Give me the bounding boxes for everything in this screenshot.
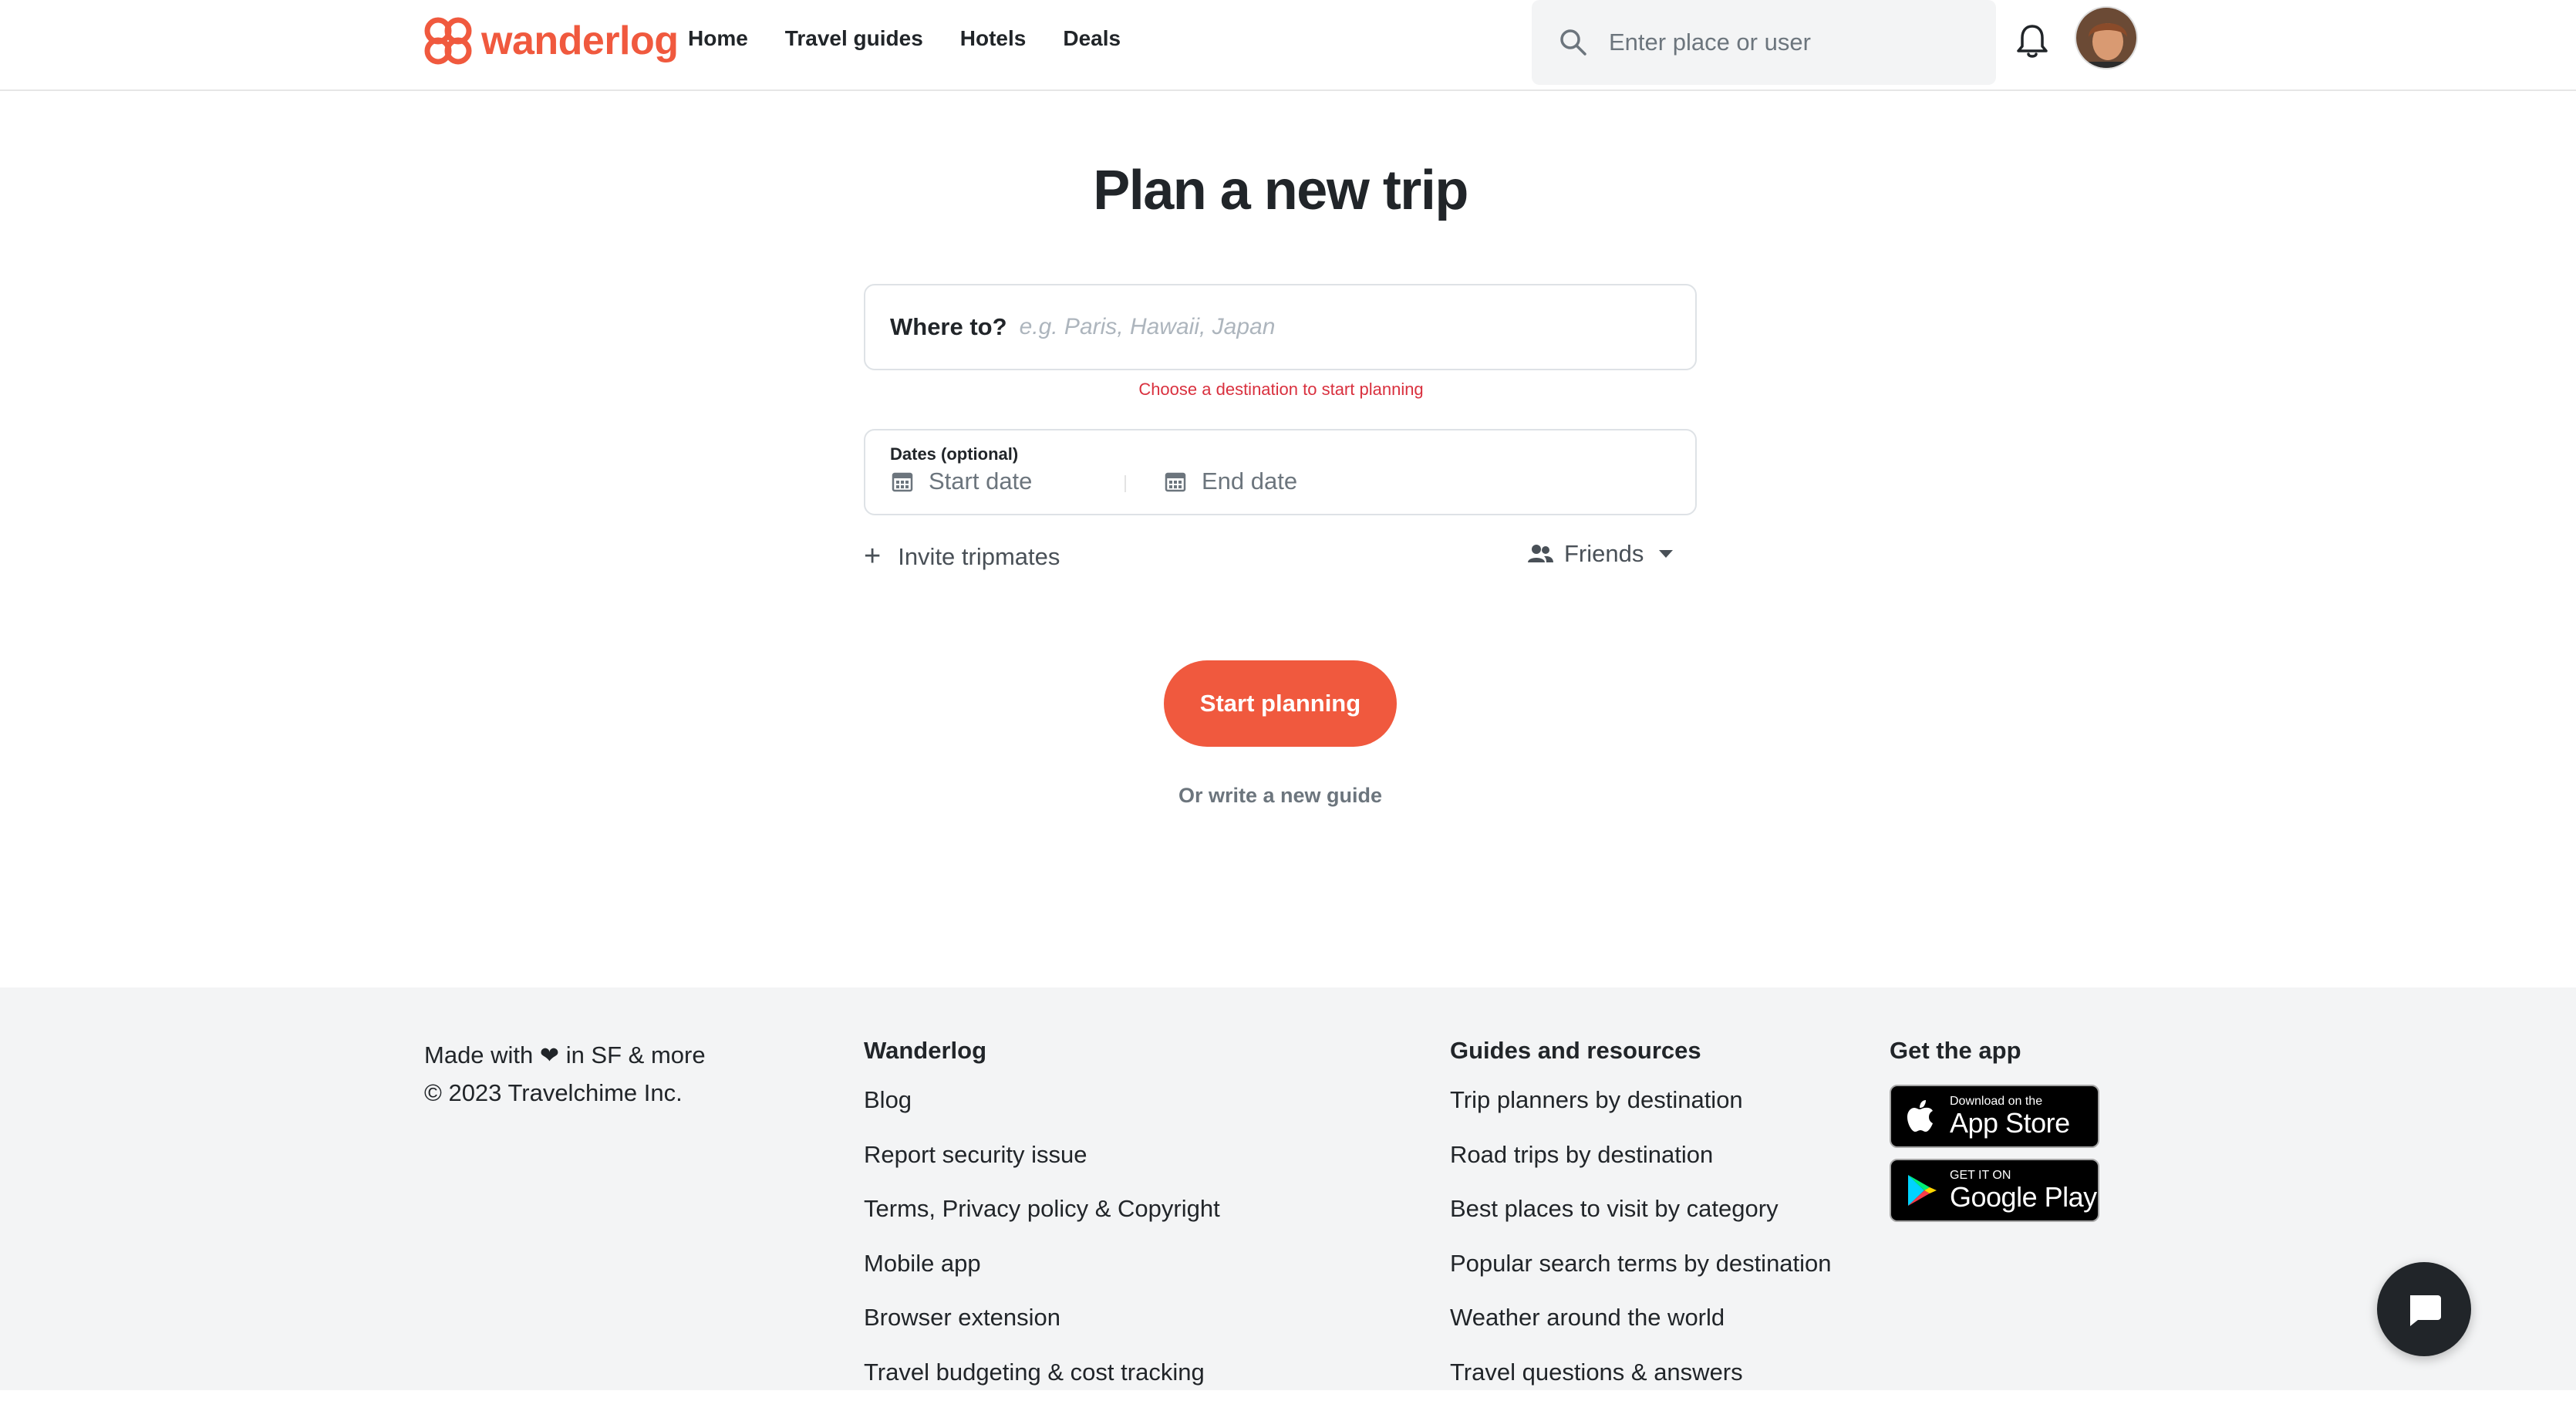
footer-link-terms[interactable]: Terms, Privacy policy & Copyright [864,1193,1220,1248]
main-nav: Home Travel guides Hotels Deals [688,26,1121,51]
top-header: wanderlog Home Travel guides Hotels Deal… [0,0,2576,91]
dates-label: Dates (optional) [890,444,1018,464]
end-date-text: End date [1202,468,1297,495]
avatar-image [2076,8,2138,69]
footer-link-trip-planners[interactable]: Trip planners by destination [1450,1085,1832,1139]
invite-tripmates-label: Invite tripmates [898,543,1060,571]
people-icon [1527,541,1553,567]
nav-home[interactable]: Home [688,26,748,51]
made-with-line: Made with ❤ in SF & more [424,1037,706,1075]
nav-travel-guides[interactable]: Travel guides [785,26,923,51]
destination-label: Where to? [890,313,1007,341]
made-with-suffix: in SF & more [566,1041,706,1068]
plus-icon: + [864,540,881,573]
apple-icon [1903,1098,1940,1135]
wanderlog-logo-icon [423,15,474,66]
footer-link-road-trips[interactable]: Road trips by destination [1450,1139,1832,1194]
chat-icon [2404,1289,2444,1329]
footer-col-app: Get the app Download on the App Store GE… [1890,1037,2099,1233]
chevron-down-icon [1659,550,1673,558]
end-date-field[interactable]: End date [1165,468,1297,495]
calendar-icon [892,471,913,492]
invite-tripmates-button[interactable]: + Invite tripmates [864,540,1060,573]
search-bar[interactable] [1532,0,1996,85]
footer-col-guides: Guides and resources Trip planners by de… [1450,1037,1832,1411]
bell-icon[interactable] [2015,22,2050,60]
app-store-badge[interactable]: Download on the App Store [1890,1085,2099,1148]
footer-col-wanderlog: Wanderlog Blog Report security issue Ter… [864,1037,1220,1411]
date-separator [1124,475,1126,492]
nav-deals[interactable]: Deals [1063,26,1121,51]
google-play-text: GET IT ON Google Play [1950,1169,2097,1212]
footer-heading-wanderlog: Wanderlog [864,1037,1220,1065]
google-play-icon [1903,1172,1940,1209]
nav-hotels[interactable]: Hotels [960,26,1027,51]
footer-link-budgeting[interactable]: Travel budgeting & cost tracking [864,1357,1220,1411]
google-play-badge[interactable]: GET IT ON Google Play [1890,1159,2099,1222]
footer-link-browser-extension[interactable]: Browser extension [864,1302,1220,1357]
calendar-icon [1165,471,1186,492]
avatar[interactable] [2075,6,2138,69]
footer-link-travel-questions[interactable]: Travel questions & answers [1450,1357,1832,1411]
search-input[interactable] [1609,29,1964,56]
logo-text: wanderlog [481,18,679,64]
copyright: © 2023 Travelchime Inc. [424,1075,706,1112]
footer-link-blog[interactable]: Blog [864,1085,1220,1139]
footer-link-weather[interactable]: Weather around the world [1450,1302,1832,1357]
destination-field[interactable]: Where to? [864,284,1697,370]
footer: Made with ❤ in SF & more © 2023 Travelch… [0,987,2576,1390]
footer-link-popular-search[interactable]: Popular search terms by destination [1450,1248,1832,1303]
footer-link-mobile-app[interactable]: Mobile app [864,1248,1220,1303]
footer-heading-app: Get the app [1890,1037,2099,1065]
start-date-text: Start date [929,468,1032,495]
chat-button[interactable] [2377,1262,2471,1356]
footer-link-security[interactable]: Report security issue [864,1139,1220,1194]
heart-icon: ❤ [540,1043,559,1068]
search-icon [1558,27,1589,58]
footer-heading-guides: Guides and resources [1450,1037,1832,1065]
destination-error: Choose a destination to start planning [0,380,2562,400]
friends-label: Friends [1564,540,1644,568]
app-store-text: Download on the App Store [1950,1095,2070,1138]
friends-dropdown[interactable]: Friends [1527,540,1673,568]
destination-input[interactable] [1020,314,1637,340]
wanderlog-logo[interactable]: wanderlog [423,15,679,66]
start-planning-button[interactable]: Start planning [1164,660,1397,747]
footer-credits: Made with ❤ in SF & more © 2023 Travelch… [424,1037,706,1112]
made-with-prefix: Made with [424,1041,533,1068]
start-date-field[interactable]: Start date [892,468,1032,495]
footer-link-best-places[interactable]: Best places to visit by category [1450,1193,1832,1248]
write-guide-link[interactable]: Or write a new guide [0,784,2561,808]
page-title: Plan a new trip [0,159,2561,222]
dates-field: Dates (optional) Start date End date [864,429,1697,515]
google-play-big-text: Google Play [1950,1183,2097,1212]
app-store-big-text: App Store [1950,1109,2070,1138]
